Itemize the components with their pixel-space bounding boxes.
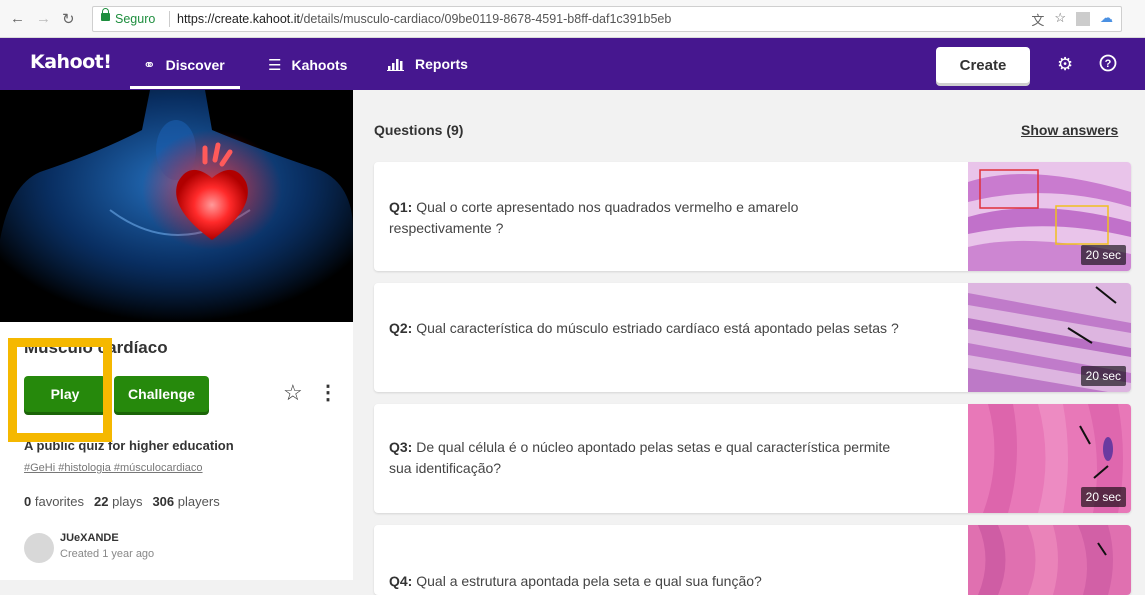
bar-chart-icon [387,59,404,71]
back-arrow-icon[interactable]: ← [10,10,25,27]
help-icon[interactable]: ? [1099,54,1117,77]
favorites-stat: 0 favorites [24,494,84,509]
quiz-stats: 0 favorites 22 plays 306 players [24,494,220,509]
nav-reports[interactable]: Reports [387,56,468,72]
question-text: Q2: Qual característica do músculo estri… [389,320,899,336]
kahoot-logo[interactable]: Kahoot! [30,51,112,73]
plays-stat: 22 plays [94,494,143,509]
translate-icon[interactable]: 文 [1031,10,1044,29]
time-badge: 20 sec [1080,245,1126,265]
extension-icon[interactable] [1076,12,1090,26]
create-button[interactable]: Create [936,47,1030,83]
nav-discover-label: Discover [165,57,225,73]
question-card[interactable]: Q3: De qual célula é o núcleo apontado p… [374,404,1131,513]
reload-icon[interactable]: ↻ [62,10,75,28]
list-icon: ☰ [268,57,282,74]
show-answers-link[interactable]: Show answers [1021,122,1118,138]
highlight-box [8,338,112,442]
time-badge: 20 sec [1080,487,1126,507]
address-bar[interactable]: Seguro https://create.kahoot.it/details/… [92,6,1122,32]
quiz-tags[interactable]: #GeHi #histologia #músculocardiaco [24,462,203,474]
divider [169,11,170,27]
nav-kahoots-label: Kahoots [291,57,348,73]
questions-heading: Questions (9) [374,122,464,138]
time-badge: 20 sec [1080,366,1126,386]
author-name[interactable]: JUeXANDE [60,532,119,544]
url-text: https://create.kahoot.it/details/musculo… [177,12,672,26]
bookmark-star-icon[interactable]: ☆ [1054,10,1066,29]
more-options-icon[interactable]: ⋮ [318,380,338,405]
quiz-details-panel: Músculo cardíaco Play Challenge ☆ ⋮ A pu… [0,90,353,580]
question-card[interactable]: Q1: Qual o corte apresentado nos quadrad… [374,162,1131,271]
question-card[interactable]: Q4: Qual a estrutura apontada pela seta … [374,525,1131,595]
nav-discover[interactable]: ⚭ Discover [143,56,225,74]
active-tab-indicator [130,86,240,89]
browser-toolbar: ← → ↻ Seguro https://create.kahoot.it/de… [0,0,1145,38]
question-image: 20 sec [968,404,1131,513]
players-stat: 306 players [152,494,220,509]
question-text: Q3: De qual célula é o núcleo apontado p… [389,439,891,476]
cloud-extension-icon[interactable]: ☁ [1100,10,1113,29]
nav-reports-label: Reports [415,56,468,72]
forward-arrow-icon[interactable]: → [36,10,51,27]
nav-kahoots[interactable]: ☰ Kahoots [268,56,347,74]
question-image: 20 sec [968,162,1131,271]
lock-icon [101,8,110,21]
top-navigation: Kahoot! ⚭ Discover ☰ Kahoots Reports Cre… [0,38,1145,90]
created-date: Created 1 year ago [60,548,155,560]
secure-label: Seguro [115,12,156,26]
challenge-button[interactable]: Challenge [114,376,209,412]
avatar[interactable] [24,533,54,563]
question-text: Q4: Qual a estrutura apontada pela seta … [389,573,762,589]
question-text: Q1: Qual o corte apresentado nos quadrad… [389,199,799,236]
compass-icon: ⚭ [143,57,156,74]
question-image: 20 sec [968,283,1131,392]
cover-image [0,90,353,322]
question-image [968,525,1131,595]
settings-gear-icon[interactable]: ⚙ [1057,54,1073,75]
favorite-star-icon[interactable]: ☆ [283,380,303,406]
svg-text:?: ? [1105,58,1112,70]
question-card[interactable]: Q2: Qual característica do músculo estri… [374,283,1131,392]
